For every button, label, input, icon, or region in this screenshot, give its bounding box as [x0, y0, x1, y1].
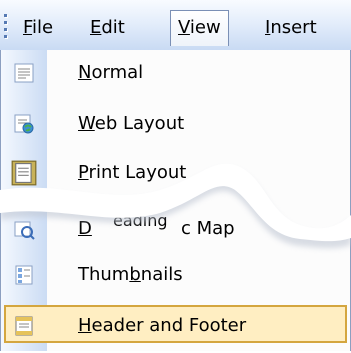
view-menu-dropdown: Normal Web Layout Print Layout eading D … [0, 50, 351, 351]
menu-item-thumbnails[interactable]: Thumbnails [1, 256, 350, 294]
document-map-icon [14, 221, 35, 240]
menu-item-normal[interactable]: Normal [1, 54, 350, 92]
normal-view-icon [14, 63, 34, 83]
web-layout-icon [14, 114, 34, 134]
menu-edit[interactable]: Edit [83, 13, 132, 43]
menu-item-web-layout[interactable]: Web Layout [1, 105, 350, 143]
menu-item-print-layout[interactable]: Print Layout [1, 154, 350, 192]
menu-view[interactable]: View [170, 10, 229, 46]
menu-insert[interactable]: Insert [258, 13, 324, 43]
toolbar-grip[interactable] [4, 14, 8, 42]
thumbnails-icon [15, 265, 33, 285]
print-layout-icon [11, 160, 37, 186]
menu-bar: File Edit View Insert [0, 0, 351, 52]
header-footer-icon [15, 316, 33, 336]
menu-item-document-map[interactable]: eading D c Map [1, 210, 350, 248]
menu-item-header-and-footer[interactable]: Header and Footer [4, 305, 347, 343]
menu-file[interactable]: File [16, 13, 60, 43]
